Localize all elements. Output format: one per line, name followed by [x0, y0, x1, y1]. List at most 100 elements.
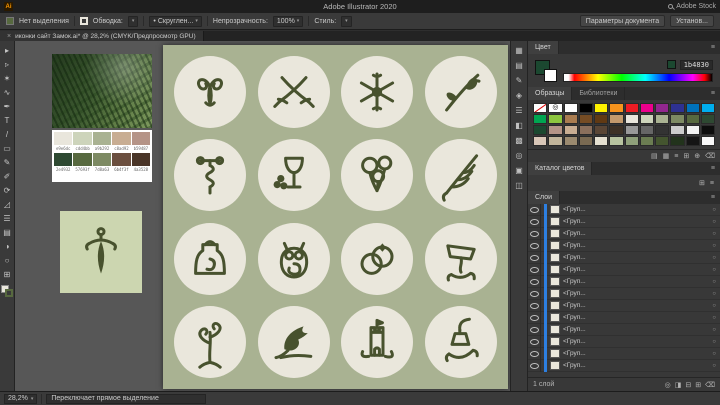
line-segment-tool[interactable]: / [0, 127, 15, 141]
swatch-kinds-icon[interactable]: ▦ [663, 152, 670, 160]
layer-target-icon[interactable]: ○ [712, 363, 716, 369]
locate-object-icon[interactable]: ◎ [665, 381, 671, 389]
swatch[interactable] [533, 136, 548, 146]
gradient-tool[interactable]: ▤ [0, 225, 15, 239]
visibility-eye-icon[interactable] [528, 299, 541, 312]
magic-wand-tool[interactable]: ✶ [0, 71, 15, 85]
stroke-panel-icon[interactable]: ☰ [513, 104, 526, 116]
corkscrew-icon[interactable] [173, 139, 246, 212]
swatch[interactable] [578, 103, 593, 113]
visibility-eye-icon[interactable] [528, 227, 541, 240]
lantern-icon[interactable] [425, 306, 498, 379]
lamp-sign-icon[interactable] [425, 222, 498, 295]
swatch[interactable] [685, 103, 700, 113]
swatch[interactable] [670, 103, 685, 113]
swatch[interactable] [609, 136, 624, 146]
visibility-eye-icon[interactable] [528, 287, 541, 300]
swatch[interactable] [533, 125, 548, 135]
libraries-panel-icon[interactable]: ◫ [513, 179, 526, 191]
new-sublayer-icon[interactable]: ⊟ [685, 381, 691, 389]
layer-row[interactable]: <Груп... ○ [528, 251, 720, 264]
hex-value-field[interactable]: 1b4830 [679, 59, 713, 70]
layer-target-icon[interactable]: ○ [712, 255, 716, 261]
swatch[interactable] [624, 136, 639, 146]
new-swatch-icon[interactable]: ⊕ [694, 152, 700, 160]
catalog-menu-icon[interactable]: ≡ [710, 180, 714, 187]
color-group-icon[interactable]: ⊞ [699, 179, 705, 187]
swatch[interactable] [533, 114, 548, 124]
dagger-preview-tile[interactable] [60, 211, 142, 293]
visibility-eye-icon[interactable] [528, 215, 541, 228]
castle-tower-icon[interactable] [341, 306, 414, 379]
layer-target-icon[interactable]: ○ [712, 315, 716, 321]
layer-row[interactable]: <Груп... ○ [528, 311, 720, 324]
layer-target-icon[interactable]: ○ [712, 231, 716, 237]
layer-row[interactable]: <Груп... ○ [528, 239, 720, 252]
swatch[interactable] [624, 103, 639, 113]
swatch[interactable] [639, 136, 654, 146]
swatch[interactable] [670, 114, 685, 124]
layer-target-icon[interactable]: ○ [712, 279, 716, 285]
document-tab[interactable]: × иконки сайт Замок.ai* @ 28,2% (CMYK/Пр… [0, 31, 204, 41]
fill-color-indicator[interactable] [6, 17, 14, 25]
width-tool[interactable]: ☰ [0, 211, 15, 225]
color-panel-icon[interactable]: ▦ [513, 44, 526, 56]
swatch[interactable] [594, 114, 609, 124]
tab-layers[interactable]: Слои [528, 191, 561, 204]
raven-icon[interactable] [257, 306, 330, 379]
eyedropper-tool[interactable]: ◑ [0, 239, 15, 253]
layer-target-icon[interactable]: ○ [712, 243, 716, 249]
panel-menu-icon[interactable]: ≡ [711, 90, 715, 97]
swatch[interactable] [578, 114, 593, 124]
stroke-weight-dropdown[interactable]: ▾ [127, 15, 139, 27]
swatch[interactable] [609, 103, 624, 113]
visibility-eye-icon[interactable] [528, 359, 541, 372]
toolbar-stroke-swatch[interactable] [5, 289, 13, 297]
delete-layer-icon[interactable]: ⌫ [705, 381, 715, 389]
layer-row[interactable]: <Груп... ○ [528, 215, 720, 228]
gradient-panel-icon[interactable]: ◧ [513, 119, 526, 131]
style-dropdown[interactable]: ▾ [341, 15, 352, 27]
swatch[interactable] [578, 125, 593, 135]
pine-branch-photo[interactable] [52, 54, 152, 128]
swirl-tree-icon[interactable] [173, 306, 246, 379]
zoom-level-dropdown[interactable]: 28,2% ▾ [4, 393, 38, 404]
swatch[interactable] [639, 125, 654, 135]
tab-libraries[interactable]: Библиотеки [572, 87, 626, 100]
tab-color-catalog[interactable]: Каталог цветов [528, 162, 593, 175]
owl-ornament-icon[interactable] [257, 222, 330, 295]
swatch[interactable] [639, 114, 654, 124]
pen-tool[interactable]: ✒ [0, 99, 15, 113]
adobe-stock-search[interactable]: Adobe Stock [668, 3, 716, 10]
stroke-swatch[interactable] [544, 68, 557, 82]
stroke-color-indicator[interactable] [79, 17, 88, 25]
swatch[interactable] [670, 125, 685, 135]
crossed-sabers-icon[interactable] [257, 55, 330, 128]
visibility-eye-icon[interactable] [528, 263, 541, 276]
graphic-styles-panel-icon[interactable]: ▣ [513, 164, 526, 176]
libraries-menu-icon[interactable]: ▤ [651, 152, 658, 160]
swatch[interactable] [655, 103, 670, 113]
lasso-tool[interactable]: ∿ [0, 85, 15, 99]
layer-row[interactable]: <Груп... ○ [528, 275, 720, 288]
layer-row[interactable]: <Груп... ○ [528, 347, 720, 360]
layer-target-icon[interactable]: ○ [712, 303, 716, 309]
document-setup-button[interactable]: Параметры документа [579, 15, 666, 27]
layer-row[interactable]: <Груп... ○ [528, 323, 720, 336]
swatch[interactable] [594, 136, 609, 146]
tab-swatches[interactable]: Образцы [528, 87, 573, 100]
layer-target-icon[interactable]: ○ [712, 267, 716, 273]
color-palette-reference[interactable]: e9e6dc cdd4bb a9b292 c8ad92 b59487 2e4932 5769… [52, 130, 152, 182]
swatch[interactable] [548, 114, 563, 124]
swatch[interactable] [594, 125, 609, 135]
swatch[interactable] [563, 114, 578, 124]
swatch[interactable] [700, 103, 715, 113]
layer-target-icon[interactable]: ○ [712, 207, 716, 213]
swatch[interactable] [700, 114, 715, 124]
swatch[interactable] [594, 103, 609, 113]
swatch[interactable] [655, 125, 670, 135]
apron-icon[interactable] [173, 222, 246, 295]
swatch[interactable] [548, 103, 563, 113]
layer-target-icon[interactable]: ○ [712, 327, 716, 333]
color-spectrum-bar[interactable] [563, 72, 713, 82]
